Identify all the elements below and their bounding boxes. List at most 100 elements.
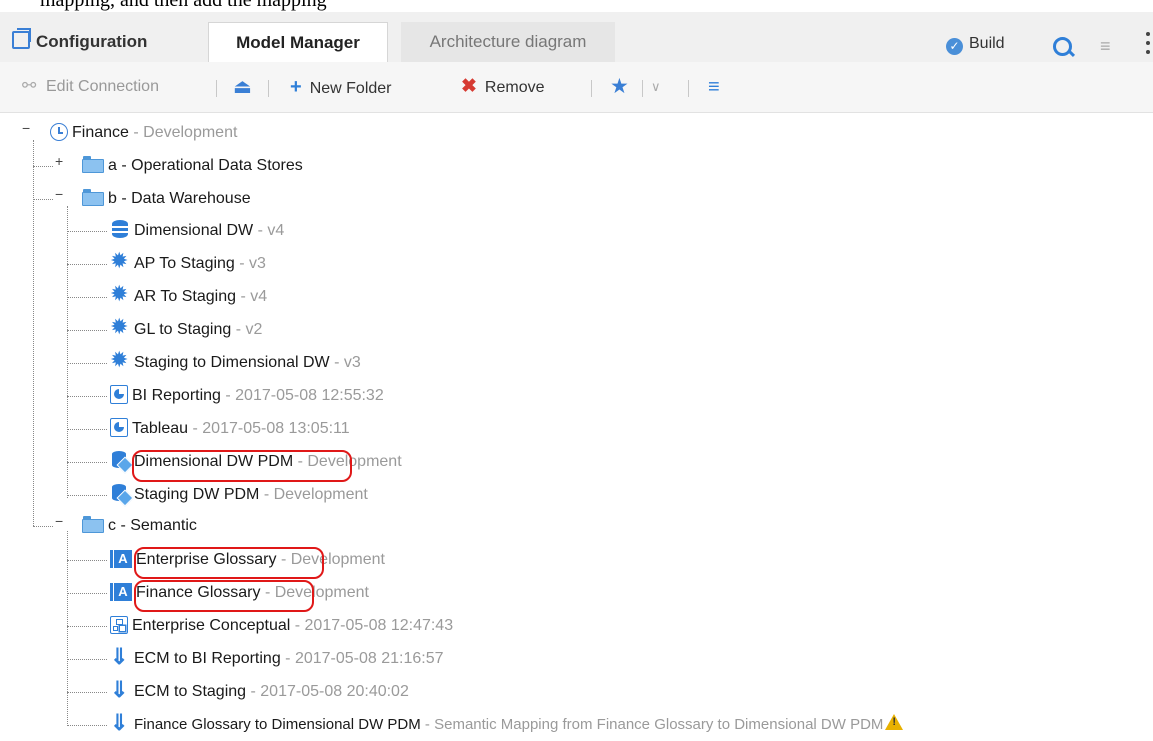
tree-guide-line (67, 692, 107, 693)
tree-guide-line (67, 560, 107, 561)
model-tree: − Finance - Development + a - Operationa… (0, 112, 1153, 741)
tab-architecture-diagram[interactable]: Architecture diagram (401, 22, 615, 62)
tree-item-bi-reporting[interactable]: BI Reporting - 2017-05-08 12:55:32 (110, 380, 384, 412)
tree-item-suffix: - v3 (329, 354, 361, 371)
chevron-down-icon: ∨ (651, 79, 661, 94)
tree-folder-b[interactable]: b - Data Warehouse (82, 183, 251, 215)
tree-item-suffix: - v2 (231, 321, 263, 338)
new-folder-button[interactable]: + New Folder (290, 62, 392, 112)
search-icon[interactable] (1053, 37, 1072, 56)
mapping-icon (110, 641, 130, 673)
tree-item-suffix: - Development (260, 584, 369, 601)
tree-item-staging-to-dimensional-dw[interactable]: Staging to Dimensional DW - v3 (110, 344, 361, 379)
glossary-icon (110, 543, 132, 575)
tree-item-label: b - Data Warehouse (108, 190, 251, 207)
rss-icon[interactable]: ≡ (1100, 36, 1111, 57)
tree-guide-line (67, 264, 107, 265)
toolbar-divider (642, 80, 643, 97)
tree-item-gl-to-staging[interactable]: GL to Staging - v2 (110, 311, 263, 346)
tab-architecture-diagram-label: Architecture diagram (429, 32, 587, 51)
remove-label: Remove (484, 79, 545, 96)
tree-item-dimensional-dw-pdm[interactable]: Dimensional DW PDM - Development (110, 446, 402, 478)
tree-guide-line (67, 659, 107, 660)
tree-item-suffix: - v3 (234, 255, 266, 272)
tree-item-label: Enterprise Glossary (136, 551, 277, 568)
collapse-toggle[interactable]: − (22, 121, 32, 135)
remove-button[interactable]: ✖ Remove (461, 62, 545, 112)
tree-item-finance-glossary[interactable]: Finance Glossary - Development (110, 576, 369, 609)
tree-item-enterprise-glossary[interactable]: Enterprise Glossary - Development (110, 543, 385, 576)
caption-text: mapping, and then add the mapping (40, 0, 327, 11)
tree-item-ecm-to-bi-reporting[interactable]: ECM to BI Reporting - 2017-05-08 21:16:5… (110, 641, 444, 675)
tree-item-ap-to-staging[interactable]: AP To Staging - v3 (110, 245, 266, 280)
collapse-toggle[interactable]: − (55, 187, 65, 201)
tree-item-dimensional-dw[interactable]: Dimensional DW - v4 (110, 215, 284, 247)
export-icon: ⏏ (233, 76, 252, 98)
tree-item-label: ECM to Staging (134, 683, 247, 700)
tree-item-ecm-to-staging[interactable]: ECM to Staging - 2017-05-08 20:40:02 (110, 674, 409, 708)
tab-configuration[interactable]: Configuration (2, 22, 161, 62)
plus-icon: + (290, 76, 302, 98)
tree-item-suffix: - v4 (236, 288, 268, 305)
expand-toggle[interactable]: + (55, 154, 65, 168)
tree-item-label: AR To Staging (134, 288, 236, 305)
menu-button[interactable]: ≡ (708, 62, 720, 112)
edit-connection-button[interactable]: Edit Connection (22, 61, 159, 112)
tree-root-item[interactable]: Finance - Development (50, 117, 237, 149)
tree-item-finance-glossary-to-dimensional-dw-pdm[interactable]: Finance Glossary to Dimensional DW PDM -… (110, 707, 904, 741)
clock-icon (50, 123, 68, 141)
warning-icon (885, 714, 904, 730)
tree-folder-a[interactable]: a - Operational Data Stores (82, 150, 303, 182)
tree-item-ar-to-staging[interactable]: AR To Staging - v4 (110, 278, 268, 313)
toolbar-divider (591, 80, 592, 97)
tree-folder-c[interactable]: c - Semantic (82, 510, 197, 542)
star-icon: ★ (610, 75, 629, 98)
edit-connection-label: Edit Connection (46, 78, 159, 95)
copy-icon (12, 28, 31, 49)
gear-icon (110, 344, 130, 376)
menu-icon: ≡ (708, 76, 720, 98)
tree-item-label: Finance (72, 124, 129, 141)
tree-item-label: ECM to BI Reporting (134, 650, 281, 667)
tree-guide-line (67, 231, 107, 232)
mapping-icon (110, 707, 130, 739)
favorites-dropdown[interactable]: ∨ (651, 62, 661, 112)
tree-item-label: Staging to Dimensional DW (134, 354, 330, 371)
report-icon (110, 418, 128, 437)
tree-guide-line (67, 462, 107, 463)
tree-guide-line (67, 593, 107, 594)
tree-guide-line (67, 626, 107, 627)
tree-item-suffix: - v4 (253, 222, 285, 239)
tree-guide-line (67, 396, 107, 397)
tree-item-tableau[interactable]: Tableau - 2017-05-08 13:05:11 (110, 413, 350, 445)
more-options-icon[interactable] (1146, 32, 1150, 60)
close-icon: ✖ (461, 76, 477, 97)
tree-item-enterprise-conceptual[interactable]: Enterprise Conceptual - 2017-05-08 12:47… (110, 610, 453, 642)
tab-model-manager[interactable]: Model Manager (208, 22, 388, 63)
tree-item-label: c - Semantic (108, 517, 197, 534)
connection-icon (22, 61, 40, 111)
collapse-toggle[interactable]: − (55, 514, 65, 528)
tree-guide-line (67, 495, 107, 496)
tree-item-suffix: - 2017-05-08 13:05:11 (188, 420, 350, 437)
toolbar-divider (268, 80, 269, 97)
build-button[interactable]: ✓ Build (946, 24, 1005, 64)
tree-item-label: AP To Staging (134, 255, 235, 272)
tree-item-suffix: - Development (293, 453, 402, 470)
check-circle-icon: ✓ (946, 38, 963, 55)
tree-item-label: Tableau (132, 420, 189, 437)
tree-item-staging-dw-pdm[interactable]: Staging DW PDM - Development (110, 479, 368, 511)
tree-guide-line (67, 297, 107, 298)
tree-item-suffix: - Development (133, 124, 238, 141)
favorites-button[interactable]: ★ (610, 62, 629, 112)
tree-item-label: Dimensional DW PDM (134, 453, 294, 470)
tree-item-label: Enterprise Conceptual (132, 617, 291, 634)
gear-icon (110, 311, 130, 343)
tab-model-manager-label: Model Manager (236, 33, 360, 52)
physical-data-model-icon (110, 483, 130, 503)
export-button[interactable]: ⏏ (233, 62, 252, 112)
mapping-icon (110, 674, 130, 706)
tree-item-suffix: - 2017-05-08 20:40:02 (246, 683, 409, 700)
tree-guide-line (33, 526, 53, 527)
tree-item-label: BI Reporting (132, 387, 221, 404)
